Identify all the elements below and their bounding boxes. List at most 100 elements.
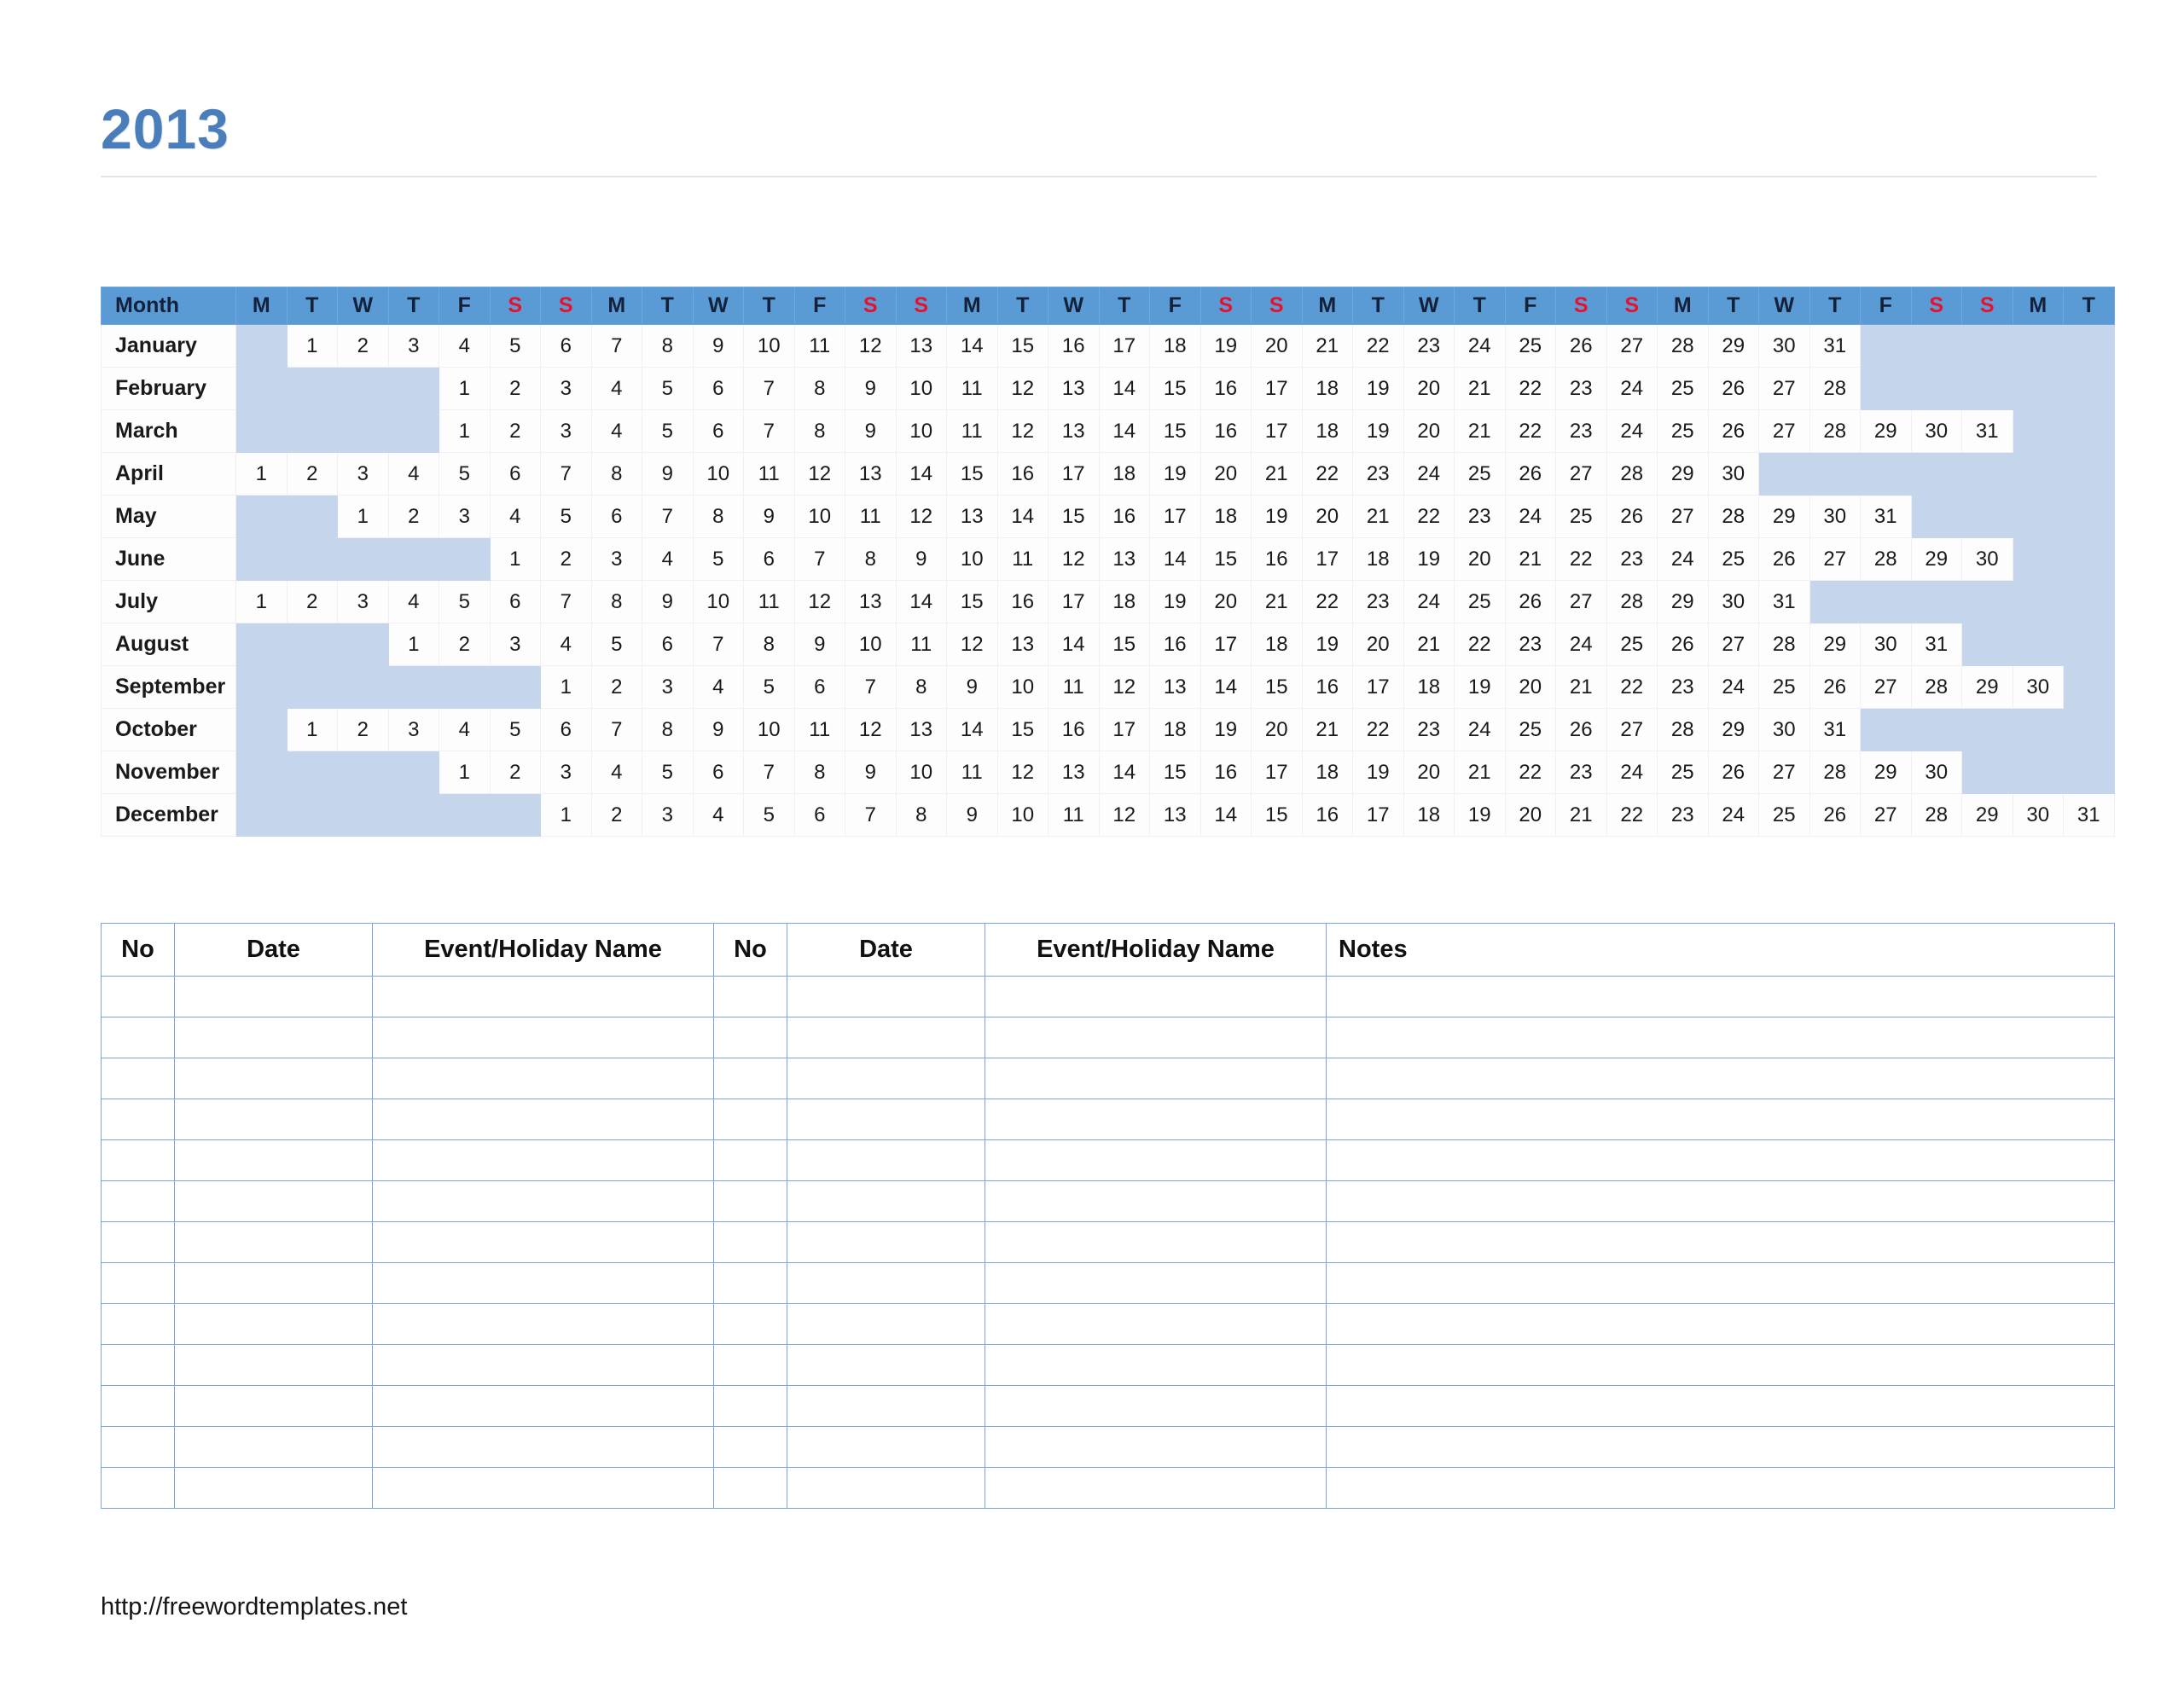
day-cell[interactable]: 11 [946, 751, 998, 794]
events-cell[interactable] [985, 1221, 1327, 1263]
day-cell[interactable]: 5 [439, 452, 491, 496]
events-cell[interactable] [101, 1058, 175, 1099]
day-cell[interactable]: 17 [1048, 580, 1100, 623]
day-cell[interactable]: 8 [895, 665, 947, 709]
events-cell[interactable] [713, 976, 787, 1017]
events-cell[interactable] [101, 1344, 175, 1386]
day-cell[interactable]: 12 [996, 751, 1048, 794]
day-cell[interactable]: 10 [996, 793, 1048, 837]
day-cell[interactable]: 11 [1048, 665, 1100, 709]
day-cell[interactable]: 10 [895, 409, 947, 453]
day-cell[interactable]: 10 [845, 623, 897, 666]
day-cell[interactable]: 26 [1606, 495, 1658, 538]
day-cell[interactable]: 18 [1199, 495, 1252, 538]
day-cell[interactable]: 28 [1910, 665, 1962, 709]
day-cell[interactable]: 8 [895, 793, 947, 837]
day-cell[interactable]: 21 [1454, 751, 1506, 794]
events-cell[interactable] [174, 1467, 373, 1509]
day-cell[interactable]: 3 [590, 537, 642, 581]
day-cell[interactable]: 9 [946, 665, 998, 709]
day-cell[interactable]: 16 [996, 452, 1048, 496]
day-cell[interactable]: 18 [1301, 409, 1353, 453]
events-cell[interactable] [372, 1467, 714, 1509]
day-cell[interactable]: 23 [1555, 751, 1607, 794]
day-cell[interactable]: 12 [1098, 793, 1150, 837]
day-cell[interactable]: 11 [1048, 793, 1100, 837]
day-cell[interactable]: 6 [692, 751, 744, 794]
day-cell[interactable]: 15 [946, 580, 998, 623]
day-cell[interactable]: 29 [1707, 324, 1759, 368]
day-cell[interactable]: 4 [642, 537, 694, 581]
day-cell[interactable]: 29 [1809, 623, 1861, 666]
day-cell[interactable]: 24 [1454, 324, 1506, 368]
day-cell[interactable]: 2 [540, 537, 592, 581]
day-cell[interactable]: 5 [489, 708, 541, 751]
events-cell[interactable] [372, 1221, 714, 1263]
day-cell[interactable]: 5 [692, 537, 744, 581]
day-cell[interactable]: 23 [1352, 580, 1404, 623]
events-cell[interactable] [1326, 1017, 2115, 1058]
day-cell[interactable]: 7 [793, 537, 845, 581]
day-cell[interactable]: 17 [1301, 537, 1353, 581]
day-cell[interactable]: 20 [1403, 751, 1455, 794]
day-cell[interactable]: 15 [1149, 409, 1201, 453]
day-cell[interactable]: 19 [1403, 537, 1455, 581]
events-cell[interactable] [787, 1017, 985, 1058]
day-cell[interactable]: 22 [1504, 751, 1556, 794]
day-cell[interactable]: 27 [1860, 793, 1912, 837]
day-cell[interactable]: 19 [1149, 580, 1201, 623]
day-cell[interactable]: 8 [793, 751, 845, 794]
day-cell[interactable]: 8 [793, 367, 845, 410]
day-cell[interactable]: 1 [439, 751, 491, 794]
day-cell[interactable]: 1 [439, 409, 491, 453]
day-cell[interactable]: 21 [1301, 324, 1353, 368]
day-cell[interactable]: 18 [1098, 452, 1150, 496]
day-cell[interactable]: 2 [387, 495, 439, 538]
day-cell[interactable]: 22 [1555, 537, 1607, 581]
day-cell[interactable]: 14 [1199, 665, 1252, 709]
events-cell[interactable] [713, 1262, 787, 1304]
day-cell[interactable]: 3 [337, 452, 389, 496]
events-cell[interactable] [1326, 1303, 2115, 1345]
day-cell[interactable]: 14 [946, 708, 998, 751]
day-cell[interactable]: 28 [1809, 751, 1861, 794]
day-cell[interactable]: 23 [1454, 495, 1506, 538]
events-cell[interactable] [101, 1099, 175, 1140]
day-cell[interactable]: 23 [1352, 452, 1404, 496]
events-cell[interactable] [372, 1180, 714, 1222]
day-cell[interactable]: 30 [1961, 537, 2013, 581]
day-cell[interactable]: 22 [1352, 708, 1404, 751]
events-cell[interactable] [174, 976, 373, 1017]
day-cell[interactable]: 24 [1657, 537, 1709, 581]
day-cell[interactable]: 10 [743, 324, 795, 368]
day-cell[interactable]: 10 [895, 367, 947, 410]
events-cell[interactable] [174, 1180, 373, 1222]
day-cell[interactable]: 3 [439, 495, 491, 538]
events-cell[interactable] [174, 1099, 373, 1140]
day-cell[interactable]: 20 [1454, 537, 1506, 581]
day-cell[interactable]: 30 [1707, 580, 1759, 623]
day-cell[interactable]: 20 [1251, 324, 1303, 368]
day-cell[interactable]: 20 [1199, 580, 1252, 623]
day-cell[interactable]: 29 [1910, 537, 1962, 581]
day-cell[interactable]: 26 [1758, 537, 1810, 581]
day-cell[interactable]: 28 [1809, 409, 1861, 453]
events-cell[interactable] [101, 1426, 175, 1468]
day-cell[interactable]: 28 [1910, 793, 1962, 837]
day-cell[interactable]: 25 [1707, 537, 1759, 581]
day-cell[interactable]: 20 [1403, 409, 1455, 453]
events-cell[interactable] [985, 976, 1327, 1017]
day-cell[interactable]: 27 [1606, 708, 1658, 751]
day-cell[interactable]: 24 [1555, 623, 1607, 666]
day-cell[interactable]: 11 [743, 452, 795, 496]
day-cell[interactable]: 3 [489, 623, 541, 666]
day-cell[interactable]: 5 [439, 580, 491, 623]
day-cell[interactable]: 4 [540, 623, 592, 666]
day-cell[interactable]: 1 [439, 367, 491, 410]
events-cell[interactable] [713, 1344, 787, 1386]
day-cell[interactable]: 29 [1961, 793, 2013, 837]
day-cell[interactable]: 2 [286, 580, 338, 623]
day-cell[interactable]: 17 [1352, 665, 1404, 709]
day-cell[interactable]: 1 [286, 708, 338, 751]
day-cell[interactable]: 11 [895, 623, 947, 666]
